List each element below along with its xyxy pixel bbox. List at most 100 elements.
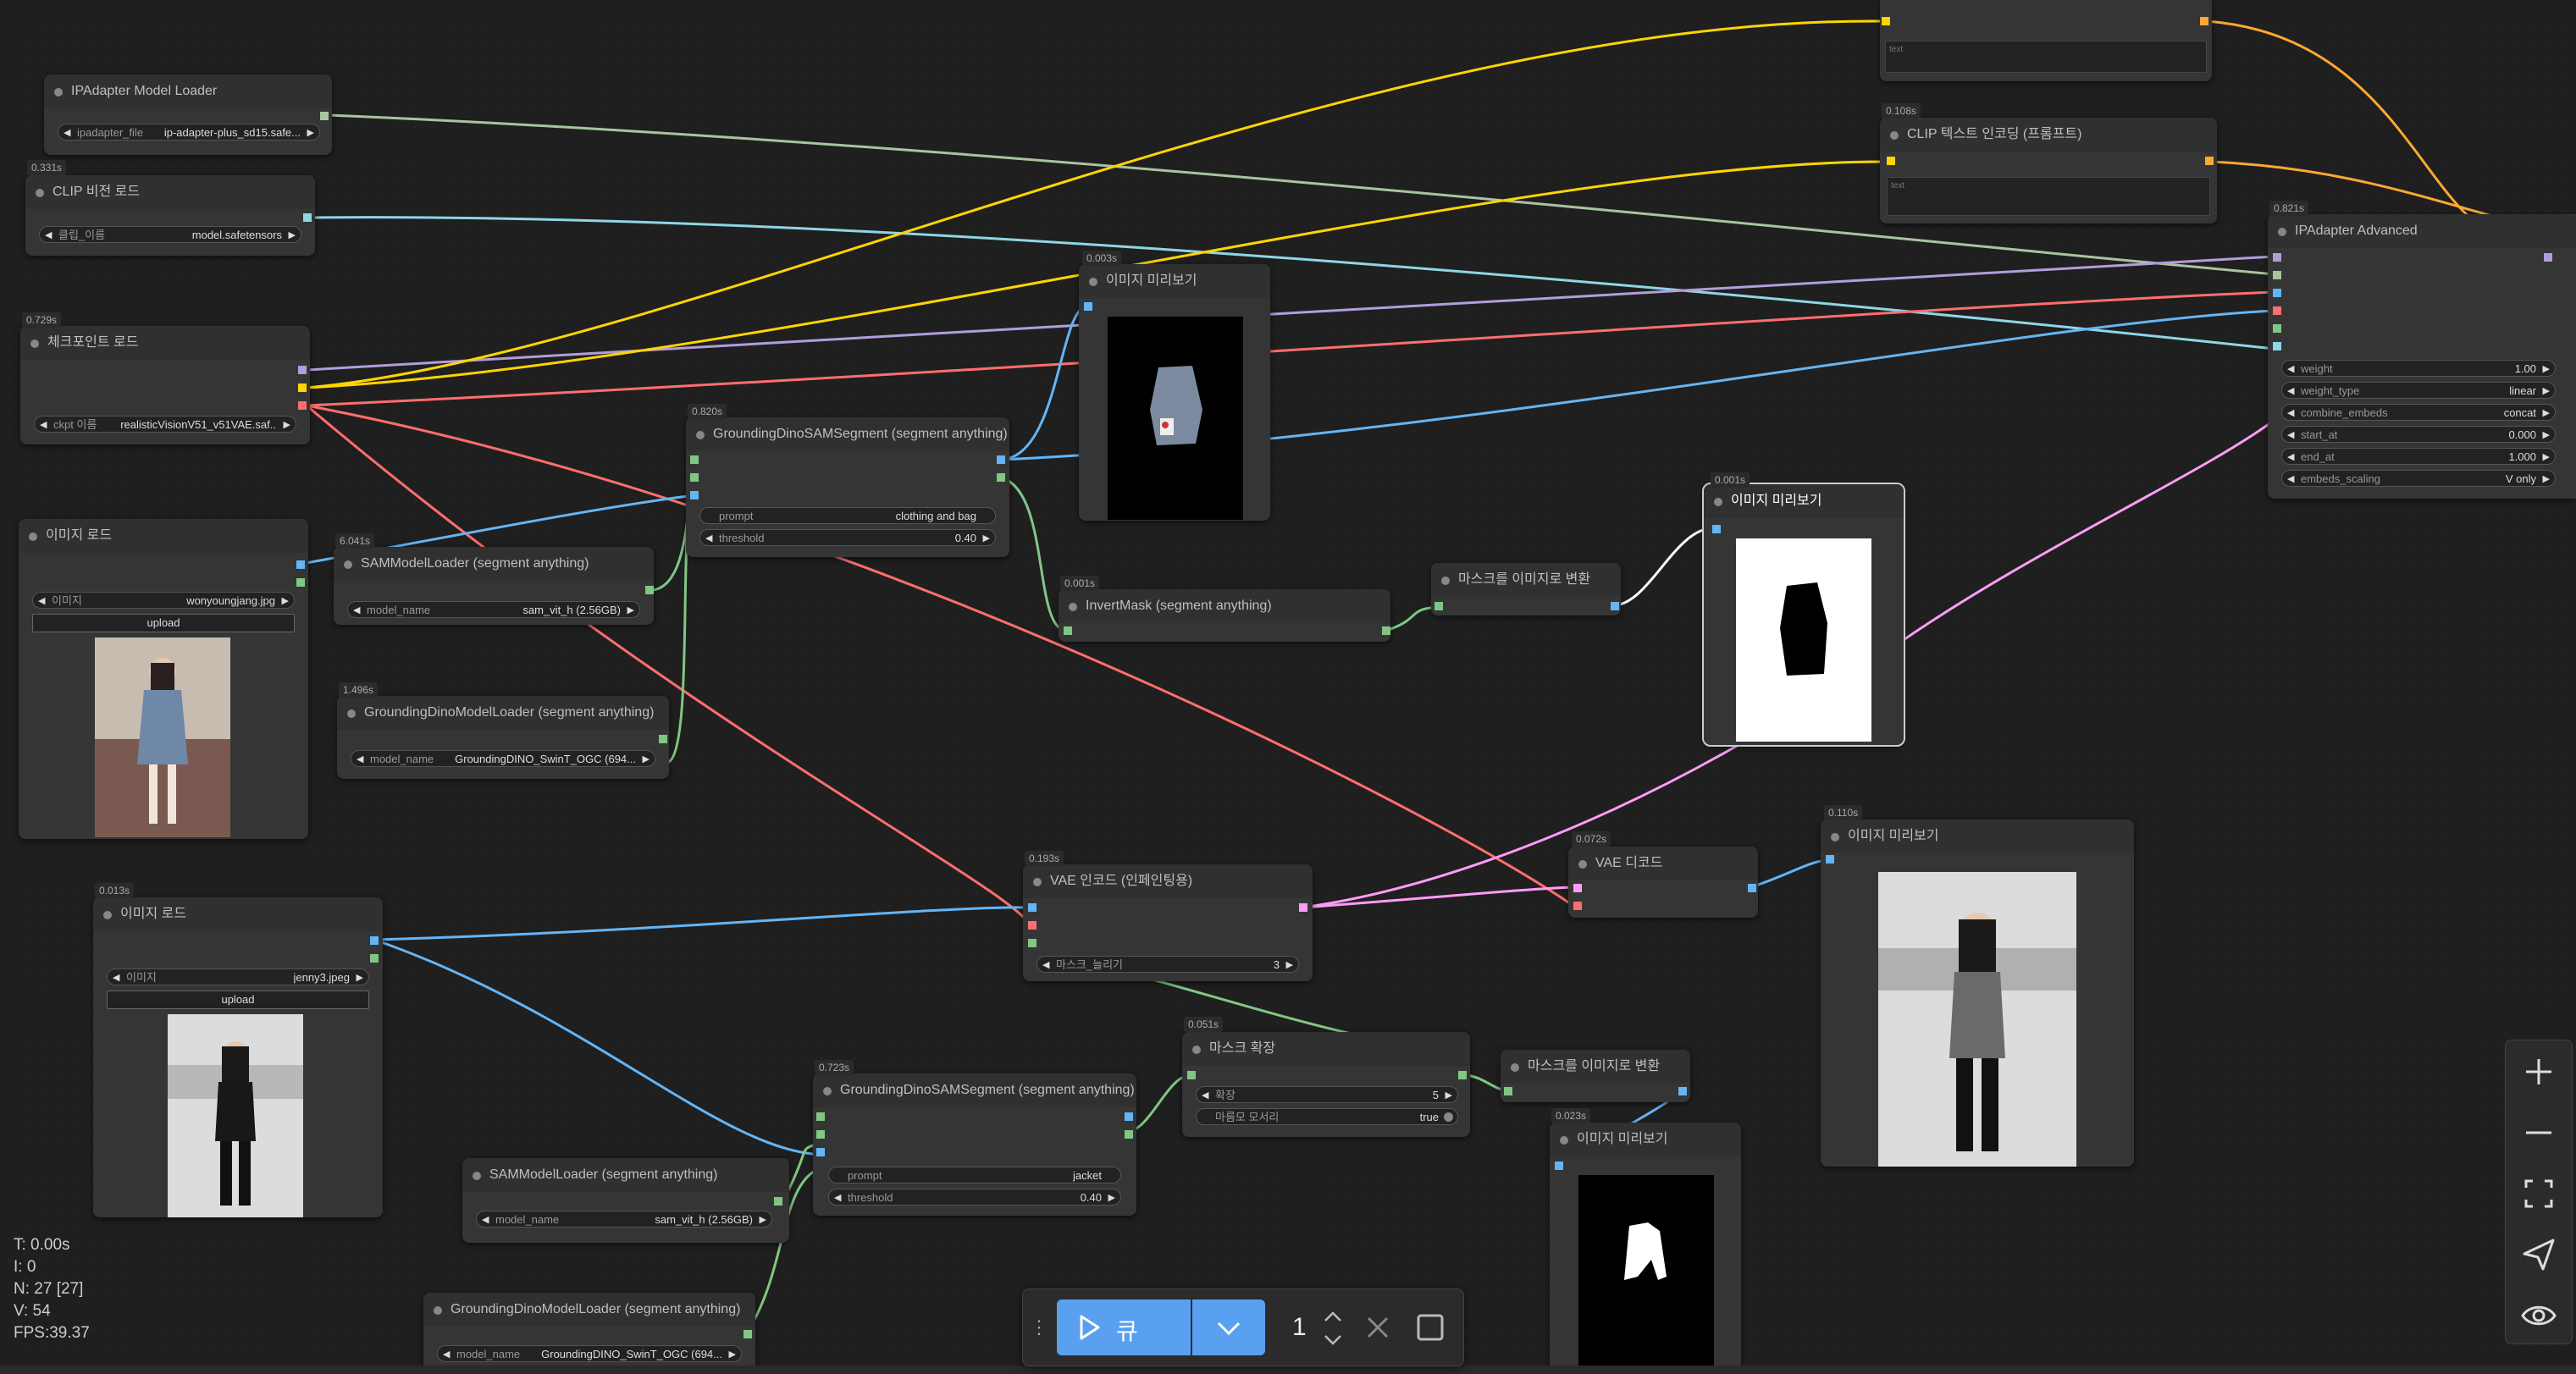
output-slot-sam-model[interactable] <box>774 1197 782 1206</box>
checkpoint-loader-node[interactable]: 체크포인트 로드 ◀ ckpt 이름 realisticVisionV51_v5… <box>20 326 310 444</box>
prompt-input[interactable]: prompt clothing and bag <box>699 507 996 524</box>
output-slot-mask[interactable] <box>296 578 305 587</box>
close-icon[interactable] <box>1365 1315 1390 1340</box>
zoom-out-icon[interactable] <box>2518 1112 2560 1154</box>
output-slot-sam-model[interactable] <box>645 586 654 594</box>
sam-model-name-select[interactable]: ◀ model_name sam_vit_h (2.56GB) ▶ <box>476 1211 772 1228</box>
node-title[interactable]: 마스크를 이미지로 변환 <box>1431 563 1621 597</box>
output-slot-model[interactable] <box>2544 253 2552 262</box>
image-select[interactable]: ◀ 이미지 wonyoungjang.jpg ▶ <box>32 592 295 609</box>
node-title[interactable]: 마스크를 이미지로 변환 <box>1501 1050 1690 1084</box>
threshold-slider[interactable]: ◀ threshold 0.40 ▶ <box>699 529 996 546</box>
arrow-left-icon[interactable]: ◀ <box>482 1211 489 1228</box>
grounding-dino-sam-segment-node-2[interactable]: GroundingDinoSAMSegment (segment anythin… <box>813 1073 1136 1216</box>
input-slot-clip[interactable] <box>1887 157 1895 165</box>
arrow-right-icon[interactable]: ▶ <box>1108 1189 1115 1206</box>
output-slot-image[interactable] <box>1125 1112 1133 1121</box>
node-title[interactable]: CLIP 비전 로드 <box>25 175 315 209</box>
invert-mask-node[interactable]: InvertMask (segment anything) <box>1059 589 1390 642</box>
arrow-left-icon[interactable]: ◀ <box>2287 383 2294 400</box>
input-slot-vae[interactable] <box>1028 921 1036 930</box>
ipadapter-file-select[interactable]: ◀ ipadapter_file ip-adapter-plus_sd15.sa… <box>58 124 320 141</box>
ipadapter-widget-start-at[interactable]: ◀ start_at 0.000 ▶ <box>2281 426 2556 443</box>
grow-mask-slider[interactable]: ◀ 마스크_늘리기 3 ▶ <box>1036 956 1299 973</box>
node-title[interactable]: InvertMask (segment anything) <box>1059 589 1390 623</box>
node-title[interactable]: 이미지 미리보기 <box>1079 264 1270 298</box>
batch-count-input[interactable]: 1 <box>1270 1300 1355 1355</box>
arrow-right-icon[interactable]: ▶ <box>643 751 650 768</box>
input-slot-clip[interactable] <box>1882 17 1890 25</box>
upload-button[interactable]: upload <box>107 990 369 1009</box>
clip-text-encode-node-1[interactable]: text <box>1880 0 2212 81</box>
upload-button[interactable]: upload <box>32 614 295 632</box>
node-title[interactable]: 이미지 로드 <box>19 519 308 553</box>
input-slot-dino[interactable] <box>816 1130 825 1139</box>
grounding-dino-loader-node-2[interactable]: GroundingDinoModelLoader (segment anythi… <box>423 1293 755 1374</box>
drag-handle-icon[interactable]: ⋮ <box>1030 1315 1048 1340</box>
arrow-left-icon[interactable]: ◀ <box>705 530 712 547</box>
output-slot-image[interactable] <box>1678 1087 1687 1095</box>
output-slot-image[interactable] <box>997 455 1005 464</box>
ipadapter-advanced-node[interactable]: IPAdapter Advanced ◀ weight 1.00 ▶ ◀ weight_t… <box>2268 214 2576 499</box>
arrow-left-icon[interactable]: ◀ <box>2287 449 2294 466</box>
input-slot-mask[interactable] <box>1434 602 1443 610</box>
output-slot-conditioning[interactable] <box>2205 157 2214 165</box>
ipadapter-widget-end-at[interactable]: ◀ end_at 1.000 ▶ <box>2281 448 2556 465</box>
ipadapter-widget-combine-embeds[interactable]: ◀ combine_embeds concat ▶ <box>2281 404 2556 421</box>
input-slot-mask[interactable] <box>1028 939 1036 947</box>
output-slot-mask[interactable] <box>370 954 379 963</box>
arrow-right-icon[interactable]: ▶ <box>1446 1087 1452 1104</box>
arrow-right-icon[interactable]: ▶ <box>627 602 634 619</box>
input-slot-mask[interactable] <box>1504 1087 1512 1095</box>
arrow-right-icon[interactable]: ▶ <box>983 530 990 547</box>
node-title[interactable]: GroundingDinoSAMSegment (segment anythin… <box>813 1073 1136 1107</box>
chevron-up-icon[interactable] <box>1323 1310 1343 1323</box>
arrow-left-icon[interactable]: ◀ <box>443 1346 450 1363</box>
arrow-right-icon[interactable]: ▶ <box>357 969 363 986</box>
queue-button[interactable]: 큐 <box>1057 1300 1191 1355</box>
arrow-left-icon[interactable]: ◀ <box>45 227 52 244</box>
navigate-arrow-icon[interactable] <box>2518 1233 2560 1276</box>
fit-view-icon[interactable] <box>2518 1173 2560 1215</box>
input-slot-dino[interactable] <box>690 473 699 482</box>
arrow-right-icon[interactable]: ▶ <box>2543 449 2550 466</box>
prompt-input[interactable]: prompt jacket <box>828 1167 1121 1184</box>
node-title[interactable]: SAMModelLoader (segment anything) <box>462 1158 789 1192</box>
zoom-in-icon[interactable] <box>2518 1051 2560 1093</box>
arrow-left-icon[interactable]: ◀ <box>64 124 70 141</box>
node-title[interactable]: 이미지 로드 <box>93 897 383 931</box>
image-preview-node-2[interactable]: 이미지 미리보기 <box>1702 483 1905 747</box>
clip-vision-loader-node[interactable]: CLIP 비전 로드 ◀ 클립_이름 model.safetensors ▶ <box>25 175 315 256</box>
ipadapter-model-loader-node[interactable]: IPAdapter Model Loader ◀ ipadapter_file … <box>44 74 332 155</box>
queue-options-button[interactable] <box>1192 1300 1265 1355</box>
arrow-left-icon[interactable]: ◀ <box>113 969 119 986</box>
input-slot-images[interactable] <box>1555 1162 1563 1170</box>
node-title[interactable]: 이미지 미리보기 <box>1550 1123 1741 1156</box>
image-preview-node-4[interactable]: 이미지 미리보기 <box>1550 1123 1741 1374</box>
arrow-right-icon[interactable]: ▶ <box>1286 957 1293 974</box>
output-slot-image[interactable] <box>370 936 379 945</box>
output-slot-image[interactable] <box>1748 884 1756 892</box>
arrow-left-icon[interactable]: ◀ <box>40 417 47 433</box>
node-title[interactable]: CLIP 텍스트 인코딩 (프롬프트) <box>1880 118 2217 152</box>
output-slot-clip-vision[interactable] <box>303 213 312 222</box>
chevron-down-icon[interactable] <box>1323 1333 1343 1347</box>
input-slot-image[interactable] <box>690 491 699 499</box>
output-slot-mask[interactable] <box>997 473 1005 482</box>
vae-decode-node[interactable]: VAE 디코드 <box>1568 847 1758 918</box>
arrow-right-icon[interactable]: ▶ <box>2543 427 2550 444</box>
clip-text-encode-node-2[interactable]: CLIP 텍스트 인코딩 (프롬프트) text <box>1880 118 2217 223</box>
ipadapter-widget-embeds-scaling[interactable]: ◀ embeds_scaling V only ▶ <box>2281 470 2556 487</box>
output-slot-ipadapter[interactable] <box>320 112 329 120</box>
output-slot-clip[interactable] <box>298 384 307 392</box>
node-title[interactable]: IPAdapter Model Loader <box>44 74 332 108</box>
node-title[interactable]: 마스크 확장 <box>1182 1032 1470 1066</box>
arrow-left-icon[interactable]: ◀ <box>834 1189 841 1206</box>
ipadapter-widget-weight[interactable]: ◀ weight 1.00 ▶ <box>2281 360 2556 377</box>
arrow-left-icon[interactable]: ◀ <box>1202 1087 1208 1104</box>
output-slot-model[interactable] <box>298 366 307 374</box>
prompt-text-area[interactable]: text <box>1887 177 2210 216</box>
input-slot-model[interactable] <box>2273 253 2281 262</box>
input-slot-clip-vision[interactable] <box>2273 342 2281 350</box>
mask-to-image-node-1[interactable]: 마스크를 이미지로 변환 <box>1431 563 1621 615</box>
